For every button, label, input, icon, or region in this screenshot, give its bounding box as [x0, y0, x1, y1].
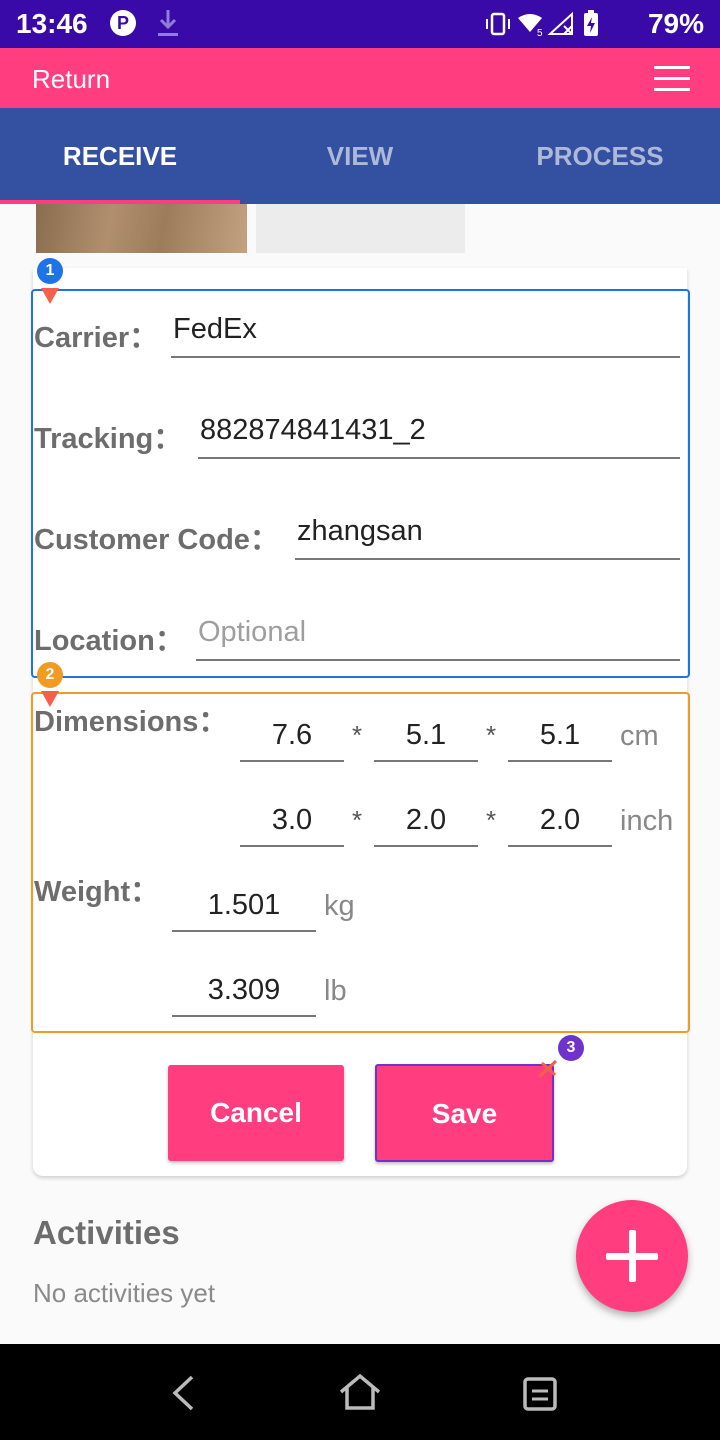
svg-text:5: 5: [537, 28, 543, 38]
location-field[interactable]: Optional: [196, 607, 680, 661]
recent-apps-icon[interactable]: [522, 1376, 558, 1412]
tab-view[interactable]: VIEW: [240, 108, 480, 204]
weight-label: Weight：: [34, 876, 160, 908]
dimension-separator: *: [352, 720, 363, 750]
height-inch-field[interactable]: 2.0: [508, 797, 612, 847]
signal-icon: [547, 11, 573, 35]
tab-process[interactable]: PROCESS: [480, 108, 720, 204]
weight-lb-field[interactable]: 3.309: [172, 967, 316, 1017]
wifi-icon: 5: [518, 14, 543, 38]
status-icons: 5: [486, 10, 598, 38]
customer-code-field[interactable]: zhangsan: [295, 506, 680, 560]
dimension-separator: *: [352, 805, 363, 835]
annotation-badge-2: 2: [37, 662, 63, 688]
width-inch-field[interactable]: 2.0: [374, 797, 478, 847]
annotation-marker-3: [537, 1059, 558, 1079]
battery-percent: 79%: [647, 8, 704, 39]
annotation-marker-1: [41, 288, 59, 304]
tracking-label: Tracking：: [34, 423, 183, 455]
save-button[interactable]: Save: [375, 1064, 554, 1162]
weight-kg-field[interactable]: 1.501: [172, 882, 316, 932]
length-inch-field[interactable]: 3.0: [240, 797, 344, 847]
status-time: 13:46: [16, 8, 88, 39]
dimension-separator: *: [486, 720, 497, 750]
length-cm-field[interactable]: 7.6: [240, 712, 344, 762]
annotation-badge-3: 3: [558, 1035, 584, 1061]
activities-title: Activities: [33, 1214, 180, 1251]
vibrate-icon: [486, 12, 510, 36]
tracking-field[interactable]: 882874841431_2: [198, 405, 680, 459]
menu-icon[interactable]: [654, 66, 690, 92]
download-icon: [158, 10, 178, 36]
photo-thumbnail[interactable]: [36, 204, 247, 253]
app-bar: Return: [0, 48, 720, 108]
cm-unit: cm: [620, 720, 659, 752]
location-label: Location：: [34, 625, 184, 657]
dimensions-label: Dimensions：: [34, 706, 228, 738]
page-title: Return: [32, 64, 111, 94]
inch-unit: inch: [620, 805, 674, 837]
carrier-label: Carrier：: [34, 322, 159, 354]
annotation-badge-1: 1: [37, 258, 63, 284]
width-cm-field[interactable]: 5.1: [374, 712, 478, 762]
back-icon[interactable]: [170, 1374, 196, 1412]
carrier-field[interactable]: FedEx: [171, 304, 680, 358]
add-fab-button[interactable]: [576, 1200, 688, 1312]
navigation-bar: [0, 1344, 720, 1440]
cancel-button[interactable]: Cancel: [168, 1065, 344, 1161]
activities-empty-text: No activities yet: [33, 1278, 216, 1308]
photo-placeholder[interactable]: [256, 204, 465, 253]
status-bar: 13:46 P 5 79%: [0, 0, 720, 48]
dimension-separator: *: [486, 805, 497, 835]
kg-unit: kg: [324, 890, 355, 922]
height-cm-field[interactable]: 5.1: [508, 712, 612, 762]
customer-code-label: Customer Code：: [34, 524, 279, 556]
p-app-icon: P: [110, 10, 136, 36]
battery-charging-icon: [584, 10, 598, 36]
tab-receive[interactable]: RECEIVE: [0, 108, 240, 204]
lb-unit: lb: [324, 975, 347, 1007]
home-icon[interactable]: [338, 1372, 382, 1412]
tab-bar: RECEIVE VIEW PROCESS: [0, 108, 720, 204]
